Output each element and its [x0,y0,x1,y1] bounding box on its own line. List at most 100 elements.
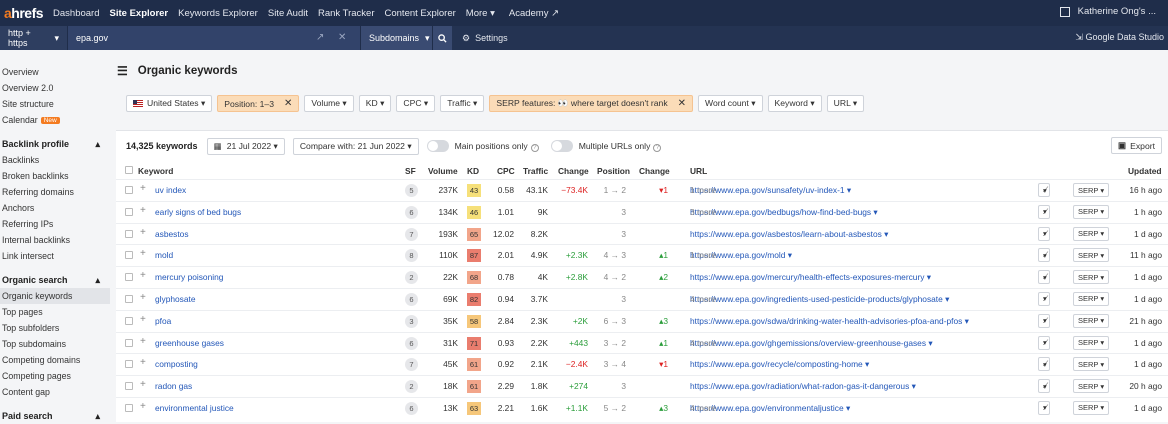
keyword-link[interactable]: early signs of bed bugs [155,207,241,217]
sidebar-item-referring-ips[interactable]: Referring IPs [0,216,110,232]
close-icon[interactable]: ✕ [678,98,686,109]
sidebar-item-site-structure[interactable]: Site structure [0,96,110,112]
serp-button[interactable]: SERP ▾ [1073,357,1110,372]
cpc-filter[interactable]: CPC ▾ [396,95,436,112]
trend-button[interactable]: ⟋ ▾ [1038,357,1051,372]
more-urls-link[interactable]: 1 more [690,250,716,260]
nav-content-explorer[interactable]: Content Explorer [385,8,456,19]
col-volume[interactable]: Volume [428,166,458,176]
row-checkbox[interactable] [125,294,133,303]
serp-button[interactable]: SERP ▾ [1073,248,1110,263]
serp-features-count[interactable]: 6 [405,336,418,350]
trend-button[interactable]: ⟋ ▾ [1038,270,1051,285]
date-picker[interactable]: ▦ 21 Jul 2022 ▾ [206,137,285,155]
nav-dashboard[interactable]: Dashboard [53,8,99,19]
sidebar-item-top-pages[interactable]: Top pages [0,304,110,320]
serp-button[interactable]: SERP ▾ [1073,379,1110,394]
keyword-filter[interactable]: Keyword ▾ [767,95,822,112]
more-urls-link[interactable]: 4 more [690,294,716,304]
url-filter[interactable]: URL ▾ [826,95,865,112]
sidebar-item-calendar[interactable]: Calendar New [0,112,110,128]
close-icon[interactable]: ✕ [284,98,292,109]
trend-button[interactable]: ⟋ ▾ [1038,204,1051,219]
url-link[interactable]: https://www.epa.gov/bedbugs/how-find-bed… [690,207,878,217]
kd-filter[interactable]: KD ▾ [358,95,392,112]
row-checkbox[interactable] [125,316,133,325]
serp-features-count[interactable]: 8 [405,249,418,263]
serp-features-count[interactable]: 2 [405,380,418,394]
add-icon[interactable]: + [140,292,146,303]
row-checkbox[interactable] [125,273,133,282]
col-keyword[interactable]: Keyword [138,166,173,176]
more-urls-link[interactable]: 4 more [690,338,716,348]
trend-button[interactable]: ⟋ ▾ [1038,335,1051,350]
trend-button[interactable]: ⟋ ▾ [1038,313,1051,328]
add-icon[interactable]: + [140,314,146,325]
clear-icon[interactable]: ✕ [338,32,346,43]
export-button[interactable]: ▣ Export [1111,137,1162,154]
sidebar-item-internal-backlinks[interactable]: Internal backlinks [0,232,110,248]
settings-button[interactable]: ⚙ Settings [462,33,508,44]
row-checkbox[interactable] [125,251,133,260]
sidebar-item-top-subfolders[interactable]: Top subfolders [0,320,110,336]
add-icon[interactable]: + [140,379,146,390]
ahrefs-logo[interactable]: ahrefs [4,5,44,21]
serp-button[interactable]: SERP ▾ [1073,400,1110,415]
add-icon[interactable]: + [140,357,146,368]
more-urls-link[interactable]: 3 more [690,207,716,217]
more-urls-link[interactable]: 4 more [690,403,716,413]
col-cpc[interactable]: CPC [497,166,515,176]
row-checkbox[interactable] [125,338,133,347]
row-checkbox[interactable] [125,382,133,391]
sidebar-item-content-gap[interactable]: Content gap [0,384,110,400]
serp-features-count[interactable]: 6 [405,292,418,306]
position-filter[interactable]: Position: 1–3 ✕ [217,95,300,112]
keyword-link[interactable]: glyphosate [155,294,196,304]
serp-button[interactable]: SERP ▾ [1073,183,1110,197]
compare-picker[interactable]: Compare with: 21 Jun 2022 ▾ [292,137,419,155]
serp-features-count[interactable]: 2 [405,271,418,285]
col-traffic[interactable]: Traffic [523,166,548,176]
nav-academy[interactable]: Academy ↗ [509,8,559,19]
volume-filter[interactable]: Volume ▾ [304,95,354,112]
url-link[interactable]: https://www.epa.gov/sdwa/drinking-water-… [690,316,969,326]
keyword-link[interactable]: uv index [155,185,186,195]
main-positions-toggle[interactable] [426,140,449,152]
serp-button[interactable]: SERP ▾ [1073,291,1110,306]
add-icon[interactable]: + [140,270,146,281]
trend-button[interactable]: ⟋ ▾ [1038,291,1051,306]
keyword-link[interactable]: composting [155,359,198,369]
nav-rank-tracker[interactable]: Rank Tracker [318,8,375,19]
sidebar-item-link-intersect[interactable]: Link intersect [0,248,110,264]
keyword-link[interactable]: environmental justice [155,403,234,413]
trend-button[interactable]: ⟋ ▾ [1038,183,1051,197]
keyword-link[interactable]: pfoa [155,316,171,326]
sidebar-item-overview[interactable]: Overview [0,64,110,80]
sidebar-item-referring-domains[interactable]: Referring domains [0,184,110,200]
sidebar-item-backlinks[interactable]: Backlinks [0,152,110,168]
keyword-link[interactable]: mercury poisoning [155,272,223,282]
sidebar-item-broken-backlinks[interactable]: Broken backlinks [0,168,110,184]
add-icon[interactable]: + [140,183,146,194]
google-data-studio-link[interactable]: ⇲ Google Data Studio [1075,32,1164,43]
open-link-icon[interactable]: ↗ [316,32,324,43]
trend-button[interactable]: ⟋ ▾ [1038,379,1051,394]
serp-features-count[interactable]: 7 [405,358,418,372]
serp-button[interactable]: SERP ▾ [1073,270,1110,285]
keyword-link[interactable]: asbestos [155,229,189,239]
add-icon[interactable]: + [140,336,146,347]
select-all-checkbox[interactable] [125,166,133,174]
nav-site-audit[interactable]: Site Audit [268,8,308,19]
sidebar-item-organic-keywords[interactable]: Organic keywords [0,288,110,304]
row-checkbox[interactable] [125,403,133,412]
word-count-filter[interactable]: Word count ▾ [698,95,763,112]
serp-button[interactable]: SERP ▾ [1073,226,1110,241]
sidebar-item-anchors[interactable]: Anchors [0,200,110,216]
sidebar-item-top-subdomains[interactable]: Top subdomains [0,336,110,352]
nav-more[interactable]: More ▾ [466,8,495,19]
col-updated[interactable]: Updated [1128,166,1162,176]
help-icon[interactable]: ? [530,143,539,152]
section-backlink-profile[interactable]: Backlink profile ▴ [0,136,110,152]
serp-features-count[interactable]: 7 [405,227,418,241]
traffic-filter[interactable]: Traffic ▾ [440,95,485,112]
